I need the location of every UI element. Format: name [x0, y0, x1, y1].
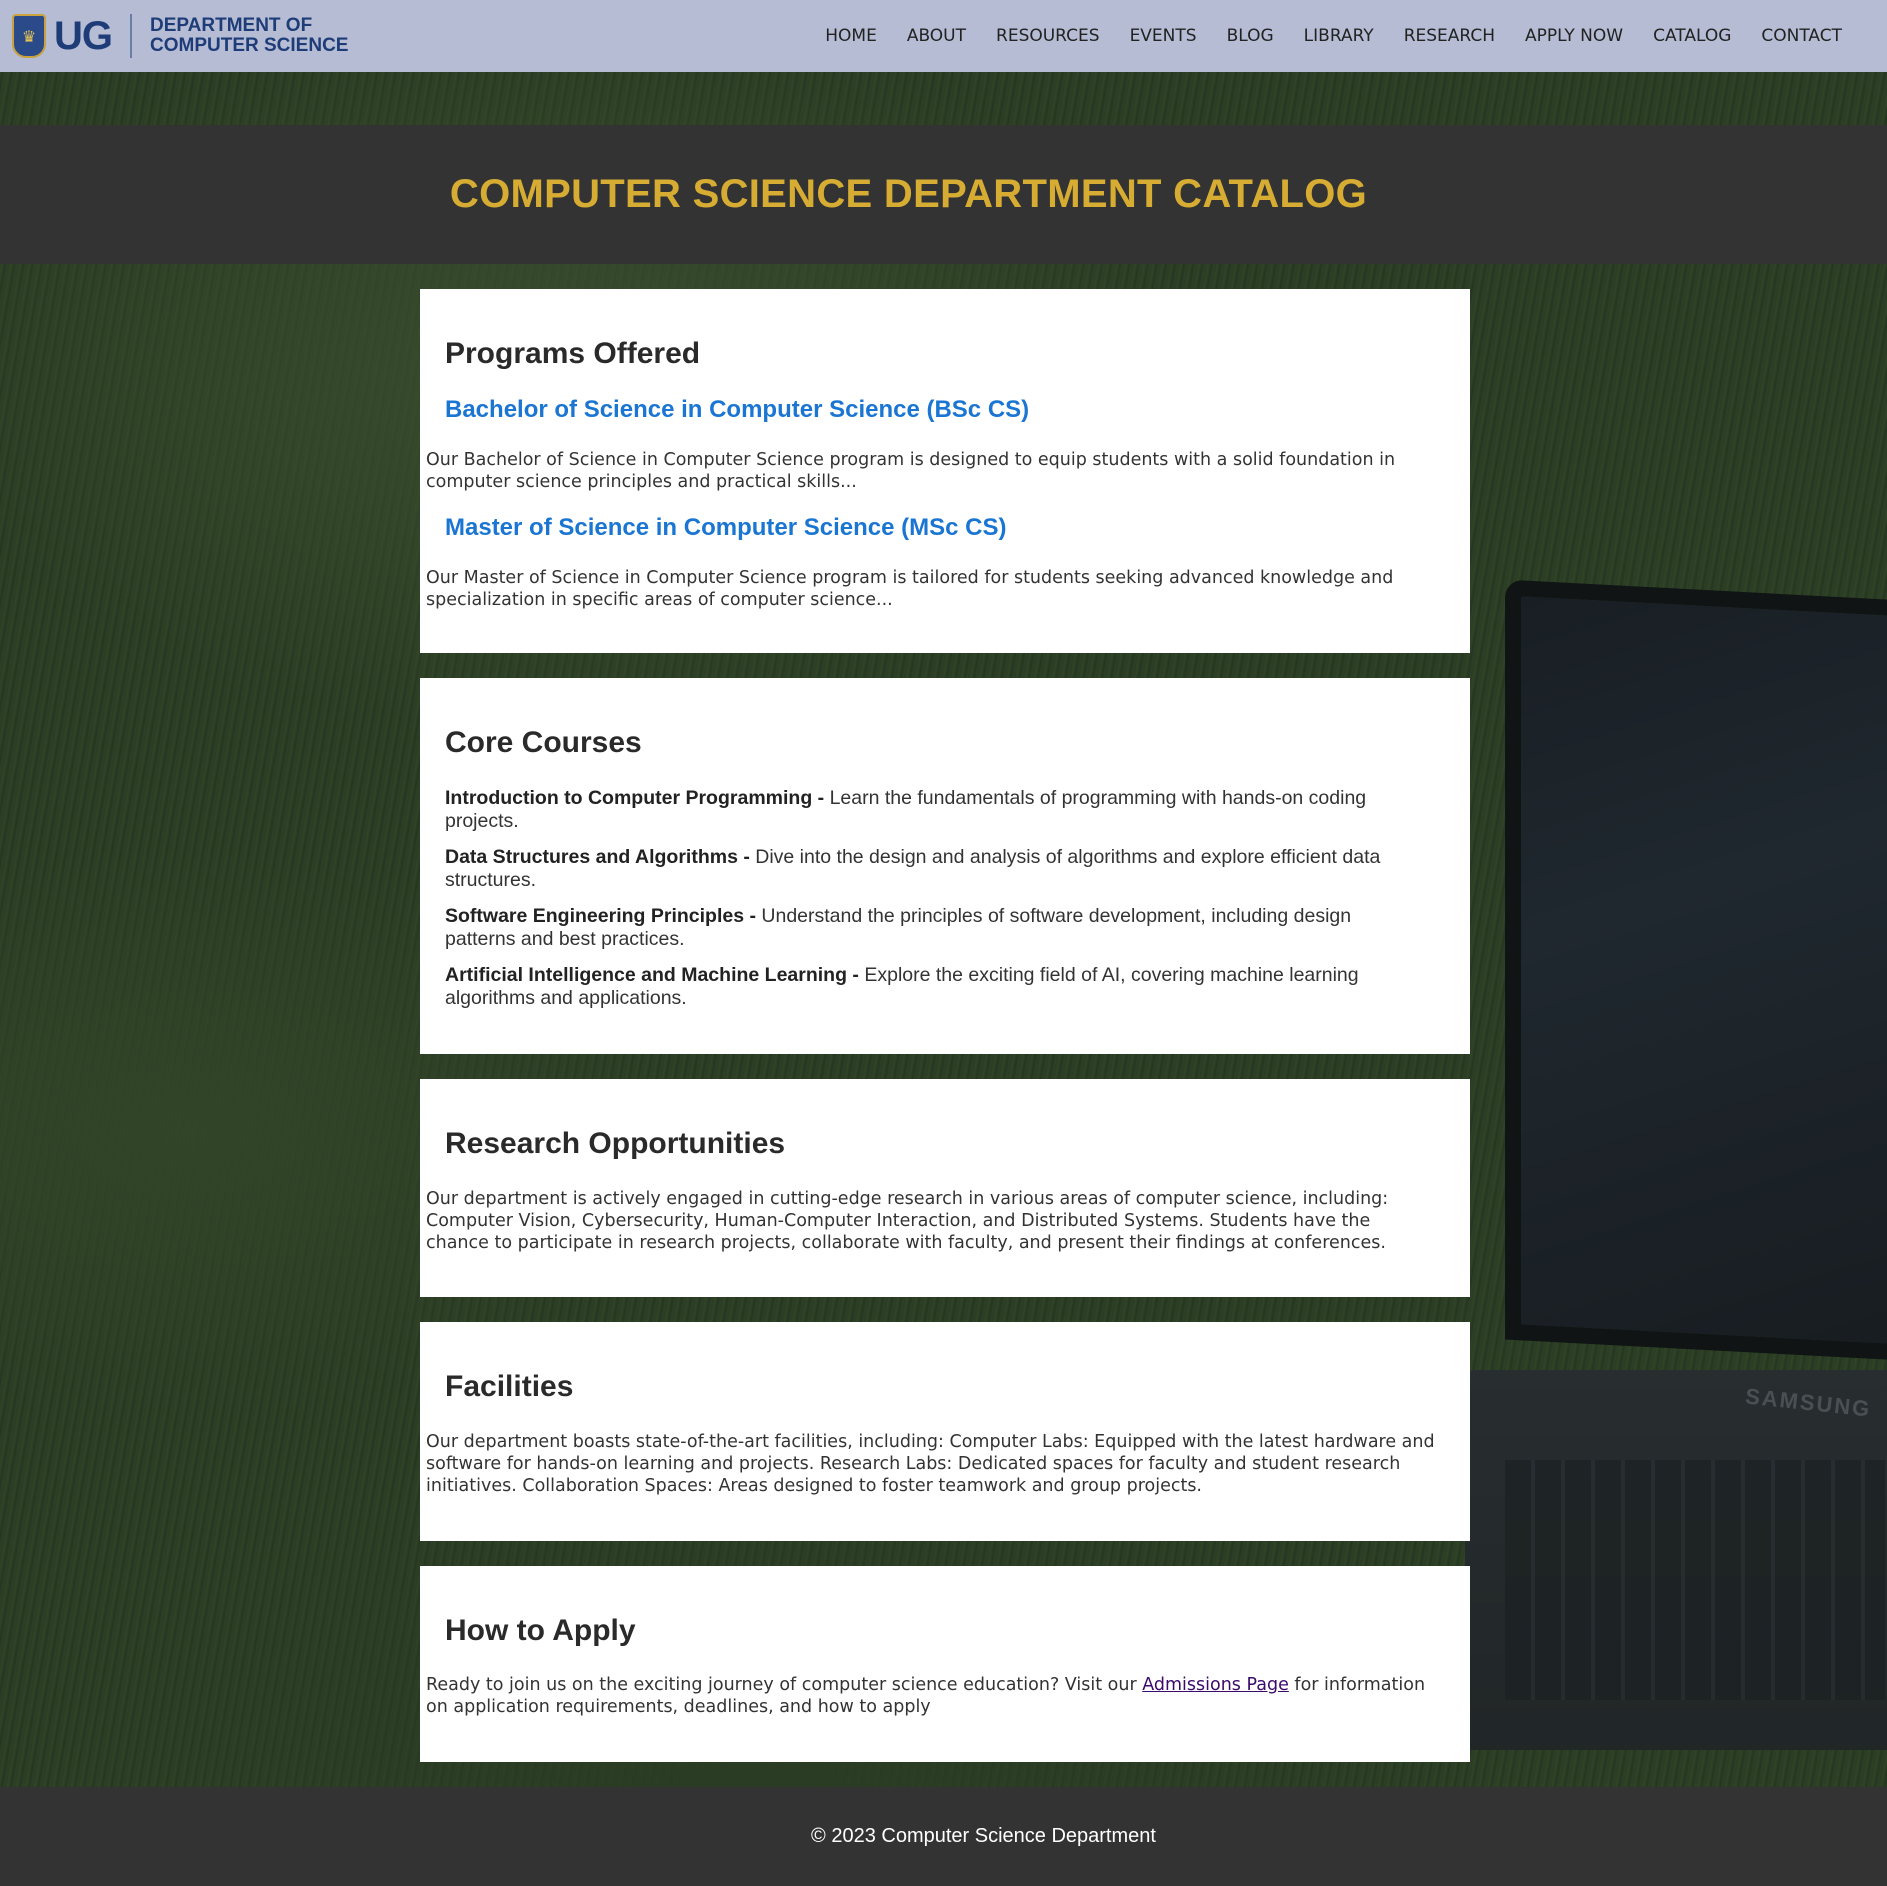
research-text: Our department is actively engaged in cu… — [426, 1189, 1389, 1253]
apply-card: How to Apply Ready to join us on the exc… — [420, 1566, 1470, 1762]
site-header: ♛ UG DEPARTMENT OF COMPUTER SCIENCE HOME… — [0, 0, 1887, 72]
admissions-page-link[interactable]: Admissions Page — [1142, 1675, 1289, 1695]
nav-catalog[interactable]: CATALOG — [1638, 0, 1746, 72]
apply-text: Ready to join us on the exciting journey… — [426, 1674, 1436, 1718]
research-card: Research Opportunities Our department is… — [420, 1079, 1470, 1297]
nav-resources[interactable]: RESOURCES — [981, 0, 1115, 72]
nav-contact[interactable]: CONTACT — [1746, 0, 1857, 72]
logo-divider — [130, 14, 132, 58]
nav-apply-now[interactable]: APPLY NOW — [1510, 0, 1638, 72]
crest-icon: ♛ — [12, 14, 46, 58]
core-courses-heading: Core Courses — [445, 726, 642, 759]
research-heading: Research Opportunities — [445, 1127, 786, 1160]
course-name: Artificial Intelligence and Machine Lear… — [445, 964, 859, 986]
course-item: Artificial Intelligence and Machine Lear… — [445, 964, 1425, 1010]
logo-ug: UG — [54, 13, 113, 58]
program-description-bsc: Our Bachelor of Science in Computer Scie… — [426, 450, 1396, 492]
title-banner: COMPUTER SCIENCE DEPARTMENT CATALOG — [0, 125, 1887, 264]
nav-home[interactable]: HOME — [810, 0, 892, 72]
facilities-text: Our department boasts state-of-the-art f… — [426, 1432, 1435, 1496]
program-title-msc[interactable]: Master of Science in Computer Science (M… — [445, 514, 1006, 542]
site-logo[interactable]: ♛ UG DEPARTMENT OF COMPUTER SCIENCE — [12, 14, 348, 59]
page-title: COMPUTER SCIENCE DEPARTMENT CATALOG — [449, 172, 1368, 216]
nav-blog[interactable]: BLOG — [1212, 0, 1289, 72]
program-title-bsc[interactable]: Bachelor of Science in Computer Science … — [445, 396, 1029, 424]
main-nav: HOME ABOUT RESOURCES EVENTS BLOG LIBRARY… — [810, 0, 1857, 72]
facilities-card: Facilities Our department boasts state-o… — [420, 1322, 1470, 1541]
footer-copyright: © 2023 Computer Science Department — [811, 1825, 1156, 1847]
nav-events[interactable]: EVENTS — [1115, 0, 1212, 72]
apply-text-before: Ready to join us on the exciting journey… — [426, 1675, 1143, 1695]
course-name: Data Structures and Algorithms - — [445, 846, 750, 868]
department-name: DEPARTMENT OF COMPUTER SCIENCE — [150, 16, 348, 56]
course-item: Data Structures and Algorithms - Dive in… — [445, 846, 1425, 892]
apply-heading: How to Apply — [445, 1614, 636, 1647]
nav-library[interactable]: LIBRARY — [1289, 0, 1389, 72]
department-line-1: DEPARTMENT OF — [150, 15, 313, 36]
course-item: Software Engineering Principles - Unders… — [445, 905, 1425, 951]
course-name: Software Engineering Principles - — [445, 905, 756, 927]
site-footer: © 2023 Computer Science Department — [0, 1787, 1887, 1886]
program-description-msc: Our Master of Science in Computer Scienc… — [426, 568, 1394, 610]
nav-about[interactable]: ABOUT — [892, 0, 981, 72]
facilities-heading: Facilities — [445, 1370, 574, 1403]
course-name: Introduction to Computer Programming - — [445, 787, 825, 809]
programs-heading: Programs Offered — [445, 337, 701, 370]
course-item: Introduction to Computer Programming - L… — [445, 787, 1425, 833]
core-courses-card: Core Courses Introduction to Computer Pr… — [420, 678, 1470, 1054]
department-line-2: COMPUTER SCIENCE — [150, 35, 349, 56]
programs-card: Programs Offered Bachelor of Science in … — [420, 289, 1470, 653]
nav-research[interactable]: RESEARCH — [1389, 0, 1510, 72]
